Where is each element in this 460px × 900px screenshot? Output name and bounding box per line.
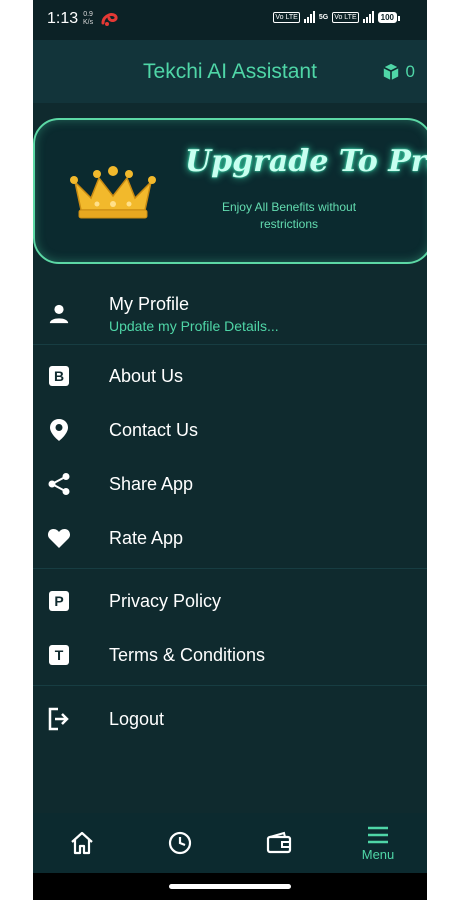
credits-count: 0 bbox=[405, 62, 415, 81]
p-badge-icon: P bbox=[47, 589, 71, 613]
crown-icon bbox=[70, 166, 156, 219]
menu-icon bbox=[368, 826, 388, 843]
menu-label-logout: Logout bbox=[109, 709, 165, 729]
home-indicator[interactable] bbox=[169, 884, 291, 889]
nav-wallet[interactable] bbox=[230, 813, 328, 873]
location-pin-icon bbox=[47, 418, 71, 442]
volte-icon-2: Vo LTE bbox=[332, 11, 359, 23]
menu-label-contact-us: Contact Us bbox=[109, 420, 199, 440]
phone-screen: 1:13 0.9 K/s Vo LTE 5G Vo LTE 100 Tekchi… bbox=[33, 0, 427, 900]
nav-menu-label: Menu bbox=[361, 846, 395, 862]
menu-item-terms-conditions[interactable]: T Terms & Conditions bbox=[33, 631, 427, 681]
menu-item-logout[interactable]: Logout bbox=[33, 695, 427, 745]
person-icon bbox=[47, 302, 71, 326]
menu-item-about-us[interactable]: B About Us bbox=[33, 352, 427, 402]
menu-label-my-profile: My Profile bbox=[109, 294, 190, 314]
promo-title: Upgrade To Pro bbox=[185, 144, 427, 179]
b-badge-icon: B bbox=[47, 364, 71, 388]
logout-icon bbox=[47, 707, 71, 731]
cube-icon bbox=[382, 63, 399, 81]
nav-menu[interactable]: Menu bbox=[329, 813, 427, 873]
menu-item-contact-us[interactable]: Contact Us bbox=[33, 406, 427, 456]
nav-history[interactable] bbox=[131, 813, 229, 873]
menu-item-rate-app[interactable]: Rate App bbox=[33, 514, 427, 564]
credits-button[interactable]: 0 bbox=[382, 62, 415, 82]
signal-icon-2 bbox=[362, 11, 374, 23]
promo-subtitle: Enjoy All Benefits without restrictions bbox=[221, 200, 357, 231]
menu-item-share-app[interactable]: Share App bbox=[33, 460, 427, 510]
volte-icon: Vo LTE bbox=[273, 11, 300, 23]
divider bbox=[33, 685, 427, 686]
bottom-navigation: Menu bbox=[33, 813, 427, 873]
status-time: 1:13 bbox=[47, 10, 79, 27]
upgrade-pro-banner[interactable]: Upgrade To Pro Enjoy All Benefits withou… bbox=[33, 118, 427, 264]
menu-label-share-app: Share App bbox=[109, 474, 194, 494]
status-bar: 1:13 0.9 K/s Vo LTE 5G Vo LTE 100 bbox=[33, 0, 427, 40]
gesture-bar bbox=[33, 873, 427, 900]
heart-icon bbox=[47, 526, 71, 550]
status-icons: Vo LTE 5G Vo LTE 100 bbox=[273, 11, 401, 23]
battery-icon: 100 bbox=[377, 11, 401, 23]
menu-label-privacy-policy: Privacy Policy bbox=[109, 591, 222, 611]
app-title: Tekchi AI Assistant bbox=[143, 60, 317, 83]
menu-label-about-us: About Us bbox=[109, 366, 184, 386]
menu-sub-my-profile: Update my Profile Details... bbox=[109, 318, 279, 334]
wallet-icon bbox=[266, 831, 292, 854]
menu-item-privacy-policy[interactable]: P Privacy Policy bbox=[33, 577, 427, 627]
menu-label-rate-app: Rate App bbox=[109, 528, 184, 548]
nav-home[interactable] bbox=[33, 813, 131, 873]
app-header: Tekchi AI Assistant 0 bbox=[33, 40, 427, 103]
share-icon bbox=[47, 472, 71, 496]
clock-icon bbox=[168, 831, 192, 855]
t-badge-icon: T bbox=[47, 643, 71, 667]
net-speed: 0.9 K/s bbox=[83, 11, 94, 26]
menu-label-terms-conditions: Terms & Conditions bbox=[109, 645, 266, 665]
home-icon bbox=[71, 831, 93, 855]
divider bbox=[33, 344, 427, 345]
5g-icon: 5G bbox=[318, 13, 329, 21]
signal-icon bbox=[303, 11, 315, 23]
divider bbox=[33, 568, 427, 569]
airtel-icon bbox=[101, 13, 118, 26]
menu-item-my-profile[interactable]: My Profile Update my Profile Details... bbox=[33, 290, 427, 346]
